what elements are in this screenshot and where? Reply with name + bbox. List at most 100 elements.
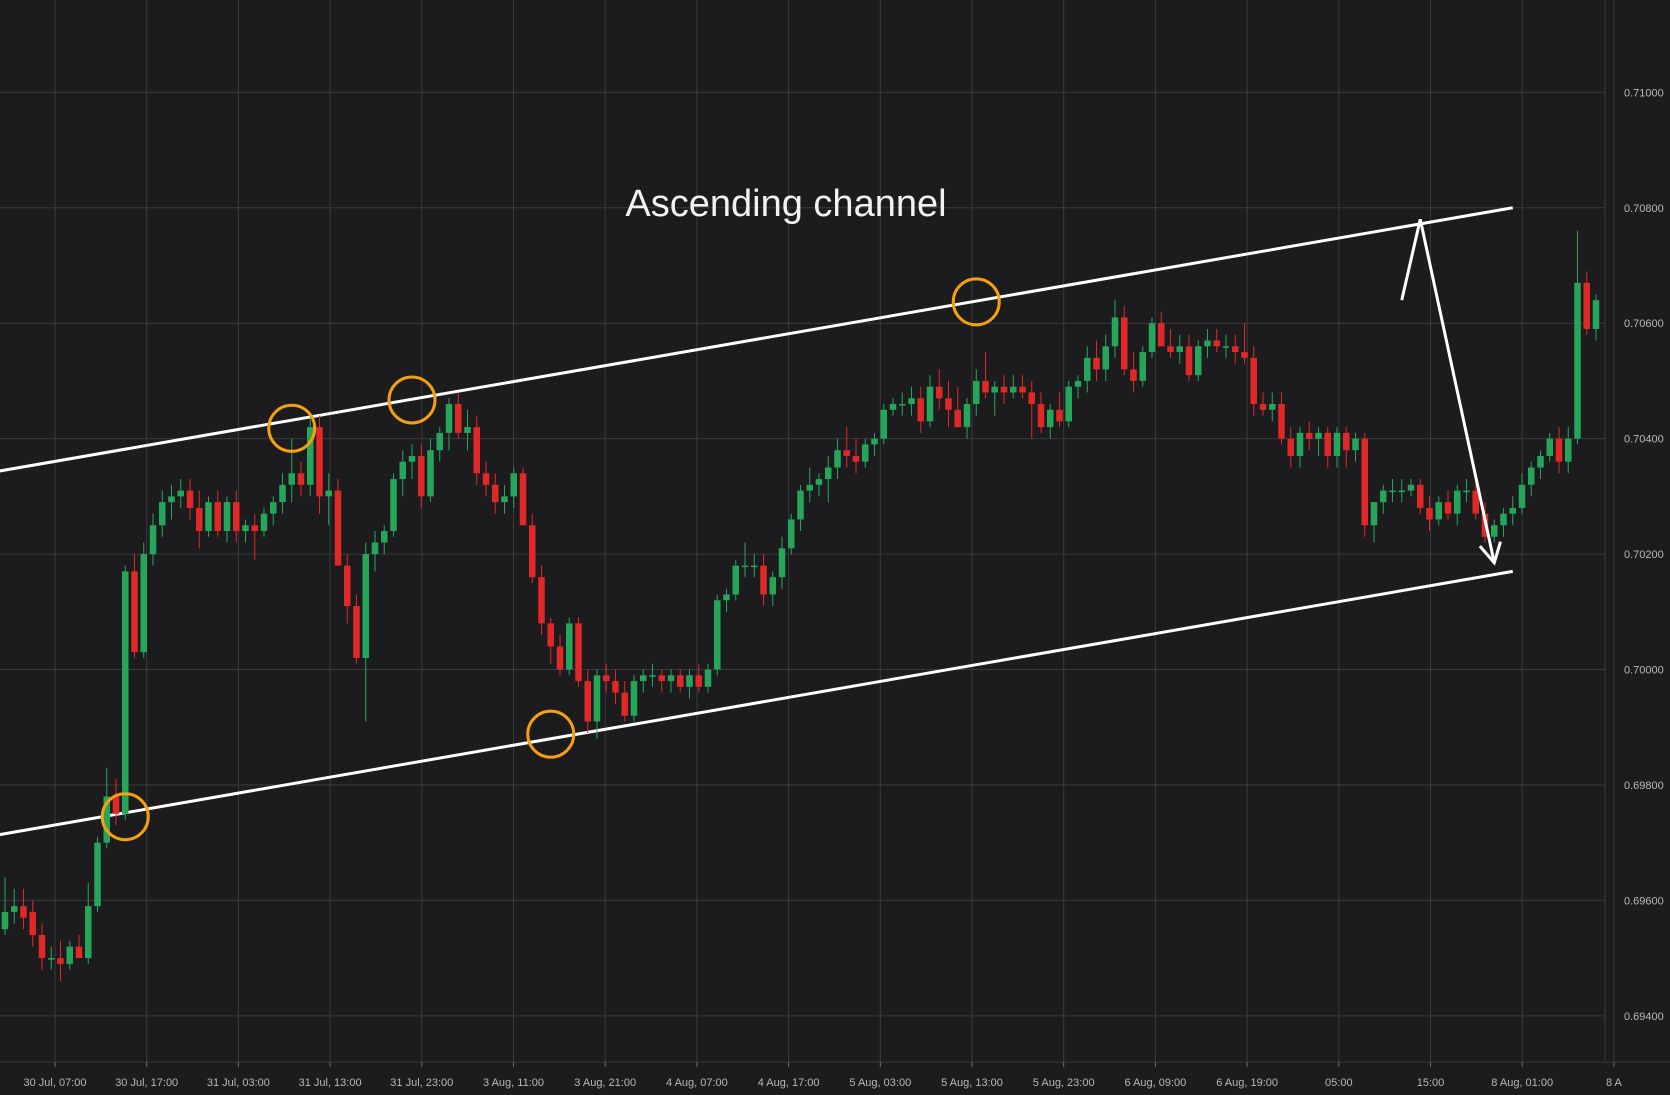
candle-body: [871, 438, 878, 445]
candle-body: [1315, 432, 1322, 439]
candle: [788, 513, 795, 555]
candle-body: [66, 946, 73, 964]
candle: [519, 467, 527, 526]
candle-body: [889, 404, 897, 410]
candle-body: [603, 675, 610, 682]
candle-body: [344, 565, 351, 607]
x-tick-label: 6 Aug, 09:00: [1125, 1077, 1187, 1089]
candle-body: [1370, 502, 1378, 526]
candle: [140, 542, 147, 658]
candle-body: [492, 484, 499, 503]
candle-body: [408, 455, 416, 462]
candle-body: [11, 906, 18, 912]
candle-body: [778, 548, 786, 578]
candle-body: [159, 502, 166, 526]
candle-body: [445, 404, 453, 433]
candle-body: [270, 502, 277, 514]
candle-body: [1232, 346, 1239, 353]
candle-body: [677, 675, 684, 687]
y-tick-label: 0.69600: [1624, 895, 1664, 907]
x-tick-label: 31 Jul, 03:00: [207, 1077, 270, 1089]
candle-body: [547, 623, 554, 647]
x-tick-label: 31 Jul, 23:00: [390, 1077, 453, 1089]
candle-body: [473, 427, 480, 474]
candle-body: [112, 796, 120, 814]
candle-body: [593, 675, 601, 722]
candle-body: [1139, 352, 1146, 381]
candle: [714, 594, 721, 676]
candle-body: [1250, 357, 1257, 405]
candle-body: [1565, 438, 1572, 462]
candle-body: [1287, 438, 1294, 456]
candle-body: [1509, 507, 1516, 514]
candle: [880, 404, 887, 445]
candle-body: [834, 450, 841, 468]
candle-body: [1500, 513, 1507, 526]
candle-body: [1592, 300, 1600, 329]
candle-body: [20, 906, 27, 918]
candle-body: [196, 507, 203, 531]
candle-body: [233, 502, 240, 531]
candle-body: [667, 675, 675, 682]
candle-body: [704, 669, 712, 687]
x-tick-label: 05:00: [1325, 1077, 1353, 1089]
candle-body: [1555, 438, 1563, 462]
x-tick-label: 4 Aug, 07:00: [666, 1077, 728, 1089]
candle-body: [48, 958, 55, 960]
x-tick-label: 8 Aug, 01:00: [1491, 1077, 1553, 1089]
candle-body: [418, 455, 425, 497]
y-tick-label: 0.69800: [1624, 780, 1664, 792]
x-tick-label: 6 Aug, 19:00: [1216, 1077, 1278, 1089]
candlestick-chart: 0.69400 0.69600 0.69800 0.70000 0.70200 0.704…: [0, 0, 1670, 1095]
candle-body: [1407, 484, 1415, 491]
candle: [1148, 317, 1156, 358]
candle-body: [501, 496, 508, 503]
candle-body: [482, 473, 490, 485]
candle-body: [1158, 323, 1165, 347]
x-tick-label: 8 A: [1606, 1077, 1623, 1089]
candle-body: [1130, 369, 1137, 381]
candle: [732, 559, 739, 601]
candle-body: [852, 455, 860, 462]
candle-body: [1047, 409, 1054, 428]
y-tick-label: 0.70400: [1624, 434, 1664, 446]
candle-body: [945, 398, 952, 410]
candle-body: [1380, 490, 1387, 503]
candle-body: [954, 409, 961, 428]
x-tick-label: 5 Aug, 23:00: [1033, 1077, 1095, 1089]
candle-body: [1454, 490, 1461, 514]
x-tick-label: 3 Aug, 21:00: [574, 1077, 636, 1089]
candle: [575, 617, 582, 687]
candle-body: [556, 646, 564, 670]
candle-body: [177, 490, 184, 497]
candle-body: [1398, 490, 1405, 493]
candle-body: [1213, 340, 1220, 347]
candle-body: [519, 473, 527, 526]
candle-body: [334, 490, 342, 566]
candle: [566, 617, 573, 676]
x-tick-label: 5 Aug, 13:00: [941, 1077, 1003, 1089]
candle-body: [806, 484, 813, 491]
x-tick-label: 5 Aug, 03:00: [849, 1077, 911, 1089]
candle: [94, 836, 101, 912]
candle-body: [362, 554, 369, 658]
candle: [1139, 346, 1146, 387]
candle-body: [1444, 502, 1452, 514]
candle: [1361, 432, 1368, 537]
candle-body: [621, 692, 628, 716]
candle-body: [57, 958, 64, 964]
candle-body: [1324, 432, 1331, 456]
candle-body: [1463, 490, 1470, 493]
candle-body: [242, 525, 249, 531]
candle-body: [1491, 525, 1498, 537]
candle-body: [1093, 357, 1100, 370]
candle-body: [1204, 340, 1211, 347]
candle-body: [1019, 386, 1026, 393]
candle-body: [399, 461, 406, 480]
candle-body: [131, 571, 138, 653]
candle-body: [908, 398, 915, 405]
candle-body: [880, 409, 887, 439]
candle-body: [741, 565, 749, 568]
candle-body: [1528, 467, 1535, 485]
x-tick-label: 31 Jul, 13:00: [299, 1077, 362, 1089]
